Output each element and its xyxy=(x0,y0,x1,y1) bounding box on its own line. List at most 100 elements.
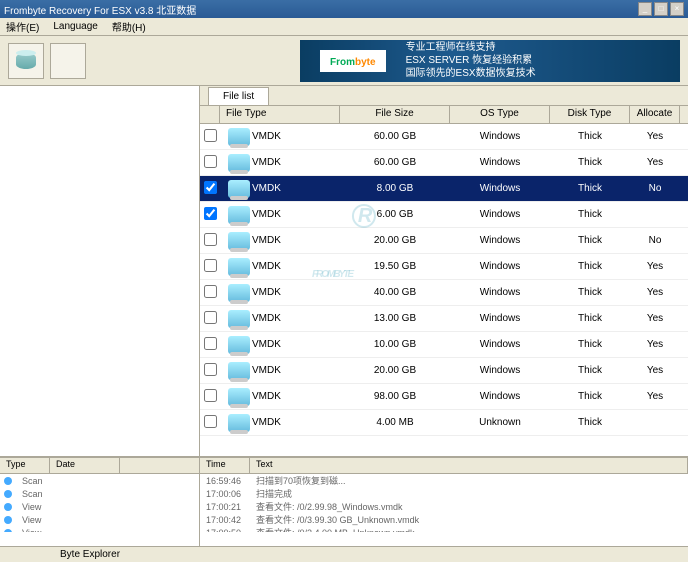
table-row[interactable]: VMDK4.00 MBUnknownThick xyxy=(200,410,688,436)
window-controls: _ □ × xyxy=(638,2,684,16)
cell-disk: Thick xyxy=(550,313,630,324)
table-row[interactable]: VMDK20.00 GBWindowsThickYes xyxy=(200,358,688,384)
cell-type: VMDK xyxy=(252,183,281,194)
titlebar: Frombyte Recovery For ESX v3.8 北亚数据 _ □ … xyxy=(0,0,688,18)
log-text: 查看文件: /0/2.4.00 MB_Unknown.vmdk xyxy=(250,526,688,532)
maximize-button[interactable]: □ xyxy=(654,2,668,16)
row-checkbox[interactable] xyxy=(204,129,217,142)
log-row[interactable]: 17:00:50查看文件: /0/2.4.00 MB_Unknown.vmdk xyxy=(200,526,688,532)
cell-size: 4.00 MB xyxy=(340,417,450,428)
col-filetype[interactable]: File Type xyxy=(220,106,340,123)
cell-disk: Thick xyxy=(550,339,630,350)
log-right: Time Text 16:59:46扫描到70项恢复到磁...17:00:06扫… xyxy=(200,458,688,546)
database-icon xyxy=(16,53,36,69)
cell-type: VMDK xyxy=(252,209,281,220)
grid-header: File Type File Size OS Type Disk Type Al… xyxy=(200,106,688,124)
cell-size: 10.00 GB xyxy=(340,339,450,350)
table-row[interactable]: VMDK60.00 GBWindowsThickYes xyxy=(200,150,688,176)
cell-os: Windows xyxy=(450,365,550,376)
cell-disk: Thick xyxy=(550,365,630,376)
close-button[interactable]: × xyxy=(670,2,684,16)
database-button[interactable] xyxy=(8,43,44,79)
cell-os: Windows xyxy=(450,313,550,324)
cell-alloc: Yes xyxy=(630,131,680,142)
table-row[interactable]: VMDK60.00 GBWindowsThickYes xyxy=(200,124,688,150)
log-row[interactable]: 17:00:06扫描完成 xyxy=(200,487,688,500)
log-row[interactable]: Scan xyxy=(0,487,199,500)
cell-type: VMDK xyxy=(252,235,281,246)
menu-language[interactable]: Language xyxy=(53,21,98,32)
minimize-button[interactable]: _ xyxy=(638,2,652,16)
log-row[interactable]: View xyxy=(0,513,199,526)
cell-type: VMDK xyxy=(252,287,281,298)
log-col-text[interactable]: Text xyxy=(250,458,688,473)
vmdk-icon xyxy=(228,206,250,224)
table-row[interactable]: VMDK98.00 GBWindowsThickYes xyxy=(200,384,688,410)
table-row[interactable]: VMDK19.50 GBWindowsThickYes xyxy=(200,254,688,280)
cell-os: Windows xyxy=(450,209,550,220)
cell-type: VMDK xyxy=(252,131,281,142)
row-checkbox[interactable] xyxy=(204,259,217,272)
log-time: 17:00:21 xyxy=(200,502,250,512)
vmdk-icon xyxy=(228,388,250,406)
log-dot-icon xyxy=(4,490,12,498)
row-checkbox[interactable] xyxy=(204,311,217,324)
cell-size: 60.00 GB xyxy=(340,157,450,168)
log-row[interactable]: 16:59:46扫描到70项恢复到磁... xyxy=(200,474,688,487)
log-time: 17:00:50 xyxy=(200,528,250,533)
col-checkbox[interactable] xyxy=(200,106,220,123)
cell-size: 13.00 GB xyxy=(340,313,450,324)
row-checkbox[interactable] xyxy=(204,337,217,350)
table-row[interactable]: VMDK20.00 GBWindowsThickNo xyxy=(200,228,688,254)
banner-text: 专业工程师在线支持 ESX SERVER 恢复经验积累 国际领先的ESX数据恢复… xyxy=(406,41,536,80)
tab-filelist[interactable]: File list xyxy=(208,87,269,105)
row-checkbox[interactable] xyxy=(204,363,217,376)
table-row[interactable]: VMDK6.00 GBWindowsThick xyxy=(200,202,688,228)
table-row[interactable]: VMDK10.00 GBWindowsThickYes xyxy=(200,332,688,358)
row-checkbox[interactable] xyxy=(204,233,217,246)
vmdk-icon xyxy=(228,258,250,276)
row-checkbox[interactable] xyxy=(204,155,217,168)
window-title: Frombyte Recovery For ESX v3.8 北亚数据 xyxy=(4,2,196,17)
log-dot-icon xyxy=(4,516,12,524)
cell-size: 19.50 GB xyxy=(340,261,450,272)
row-checkbox[interactable] xyxy=(204,181,217,194)
log-text: 查看文件: /0/2.99.98_Windows.vmdk xyxy=(250,500,688,513)
log-row[interactable]: View xyxy=(0,500,199,513)
log-col-time[interactable]: Time xyxy=(200,458,250,473)
col-disktype[interactable]: Disk Type xyxy=(550,106,630,123)
row-checkbox[interactable] xyxy=(204,285,217,298)
cell-type: VMDK xyxy=(252,365,281,376)
cell-os: Windows xyxy=(450,183,550,194)
cell-disk: Thick xyxy=(550,287,630,298)
log-col-date[interactable]: Date xyxy=(50,458,120,473)
row-checkbox[interactable] xyxy=(204,415,217,428)
cell-disk: Thick xyxy=(550,183,630,194)
table-row[interactable]: VMDK40.00 GBWindowsThickYes xyxy=(200,280,688,306)
row-checkbox[interactable] xyxy=(204,389,217,402)
cell-size: 60.00 GB xyxy=(340,131,450,142)
col-filesize[interactable]: File Size xyxy=(340,106,450,123)
tool-button-2[interactable] xyxy=(50,43,86,79)
cell-size: 8.00 GB xyxy=(340,183,450,194)
row-checkbox[interactable] xyxy=(204,207,217,220)
log-row[interactable]: Scan xyxy=(0,474,199,487)
cell-os: Windows xyxy=(450,287,550,298)
menu-file[interactable]: 操作(E) xyxy=(6,19,39,34)
cell-disk: Thick xyxy=(550,131,630,142)
toolbar: Frombyte 专业工程师在线支持 ESX SERVER 恢复经验积累 国际领… xyxy=(0,36,688,86)
log-row[interactable]: 17:00:21查看文件: /0/2.99.98_Windows.vmdk xyxy=(200,500,688,513)
table-row[interactable]: VMDK8.00 GBWindowsThickNo xyxy=(200,176,688,202)
table-row[interactable]: VMDK13.00 GBWindowsThickYes xyxy=(200,306,688,332)
col-ostype[interactable]: OS Type xyxy=(450,106,550,123)
col-allocate[interactable]: Allocate xyxy=(630,106,680,123)
log-row[interactable]: View xyxy=(0,526,199,532)
menu-help[interactable]: 帮助(H) xyxy=(112,19,146,34)
cell-size: 20.00 GB xyxy=(340,235,450,246)
cell-type: VMDK xyxy=(252,261,281,272)
grid-body: VMDK60.00 GBWindowsThickYesVMDK60.00 GBW… xyxy=(200,124,688,456)
cell-os: Windows xyxy=(450,339,550,350)
log-row[interactable]: 17:00:42查看文件: /0/3.99.30 GB_Unknown.vmdk xyxy=(200,513,688,526)
vmdk-icon xyxy=(228,284,250,302)
log-col-type[interactable]: Type xyxy=(0,458,50,473)
